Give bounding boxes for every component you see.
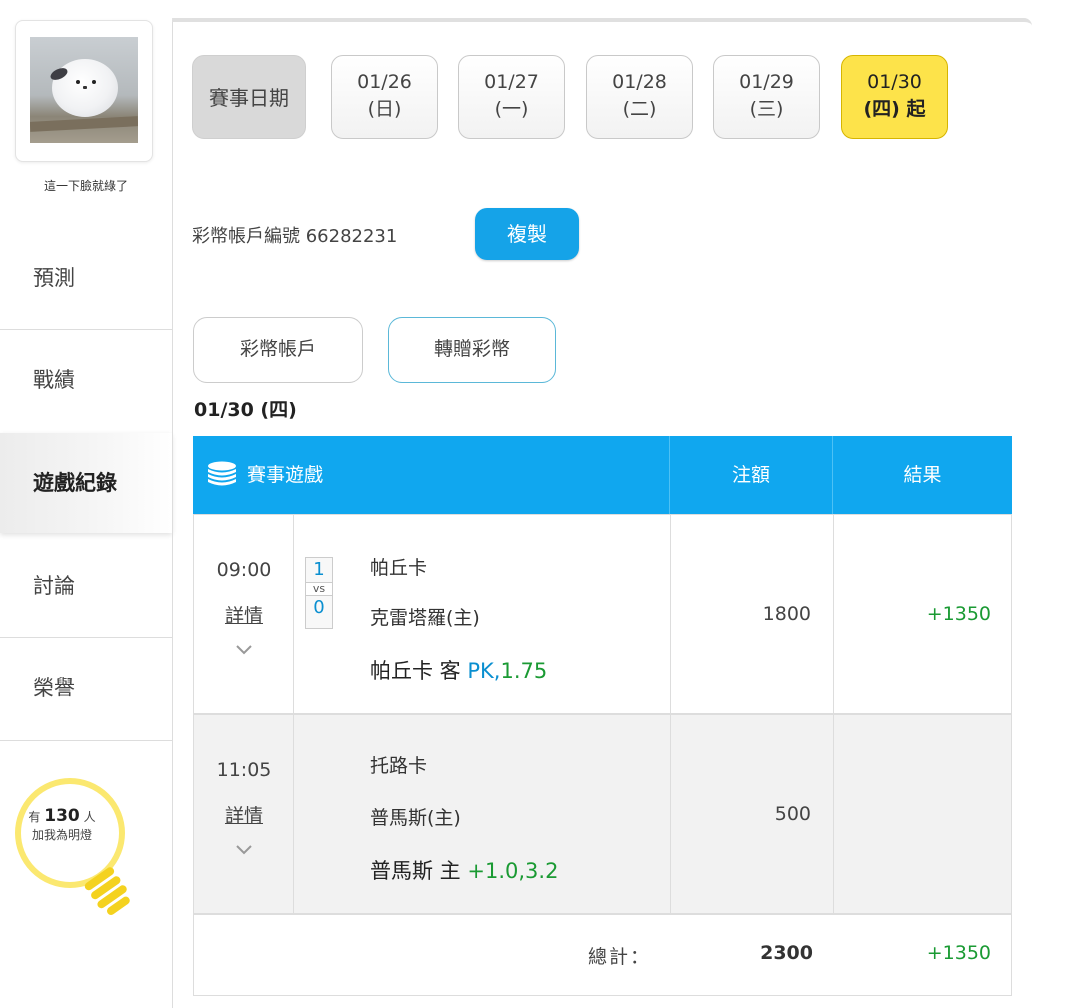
- date-filter-label: 賽事日期: [192, 55, 306, 139]
- bet-pick: 普馬斯 主 +1.0,3.2: [370, 855, 558, 885]
- total-amount: 2300: [760, 942, 813, 964]
- day-text: (日): [367, 98, 402, 120]
- pick-price: 3.2: [525, 859, 559, 883]
- header-game-label: 賽事遊戲: [247, 464, 324, 486]
- divider: [0, 740, 172, 741]
- username[interactable]: 這一下臉就綠了: [0, 177, 172, 194]
- sidebar: 這一下臉就綠了 預測 戰績 遊戲紀錄 討論 榮譽 有 130 人 加我為明燈: [0, 0, 172, 1000]
- nav-item-discussion[interactable]: 討論: [0, 536, 172, 636]
- home-team: 普馬斯(主): [370, 807, 461, 829]
- chevron-down-icon[interactable]: [234, 643, 254, 657]
- tab-transfer-coins[interactable]: 轉贈彩幣: [388, 317, 556, 383]
- table-row: 09:00 詳情 1 vs 0 帕丘卡 克雷塔羅(主) 帕丘卡 客 PK,1.7…: [193, 514, 1012, 714]
- pick-odds: PK,: [467, 659, 501, 683]
- total-result: +1350: [926, 942, 991, 964]
- date-text: 01/30: [867, 71, 922, 93]
- table-row: 11:05 詳情 托路卡 普馬斯(主) 普馬斯 主 +1.0,3.2 500: [193, 714, 1012, 914]
- date-text: 01/27: [484, 71, 539, 93]
- day-text: (二): [622, 98, 657, 120]
- header-amount: 注額: [669, 436, 832, 514]
- bet-result: +1350: [926, 603, 991, 625]
- bet-amount: 1800: [762, 603, 811, 625]
- away-team: 托路卡: [370, 755, 428, 777]
- bet-amount: 500: [774, 803, 811, 825]
- total-label: 總計：: [587, 946, 651, 968]
- vs-label: vs: [306, 582, 332, 596]
- main-panel: 賽事日期 01/26 (日) 01/27 (一) 01/28 (二) 01/29…: [172, 18, 1032, 1008]
- date-text: 01/26: [357, 71, 412, 93]
- pick-team: 普馬斯 主: [370, 859, 461, 883]
- tab-coin-account[interactable]: 彩幣帳戶: [193, 317, 363, 383]
- fans-suffix: 人: [83, 810, 96, 824]
- away-team: 帕丘卡: [370, 557, 428, 579]
- header-result: 結果: [832, 436, 1012, 514]
- selected-date-heading: 01/30 (四): [194, 399, 297, 421]
- date-button-0126[interactable]: 01/26 (日): [331, 55, 438, 139]
- day-text: (四) 起: [863, 98, 926, 120]
- match-time: 11:05: [216, 759, 272, 781]
- date-button-0129[interactable]: 01/29 (三): [713, 55, 820, 139]
- nav-item-game-log[interactable]: 遊戲紀錄: [0, 433, 172, 533]
- pick-team: 帕丘卡 客: [370, 659, 461, 683]
- header-game: 賽事遊戲: [193, 436, 669, 514]
- fans-count: 130: [44, 806, 80, 826]
- score-home: 0: [313, 597, 325, 618]
- pick-price: 1.75: [500, 659, 548, 683]
- avatar-image: [30, 37, 138, 143]
- nav-item-honor[interactable]: 榮譽: [0, 638, 172, 738]
- date-button-0130[interactable]: 01/30 (四) 起: [841, 55, 948, 139]
- date-button-0128[interactable]: 01/28 (二): [586, 55, 693, 139]
- table-header: 賽事遊戲 注額 結果: [193, 436, 1012, 514]
- fans-prefix: 有: [28, 810, 41, 824]
- home-team: 克雷塔羅(主): [370, 607, 480, 629]
- score-box: 1 vs 0: [305, 557, 333, 629]
- fans-counter[interactable]: 有 130 人 加我為明燈: [12, 806, 112, 843]
- day-text: (一): [494, 98, 529, 120]
- fans-caption: 加我為明燈: [31, 828, 92, 842]
- match-time: 09:00: [216, 559, 272, 581]
- nav-item-predict[interactable]: 預測: [0, 228, 172, 328]
- nav-item-record[interactable]: 戰績: [0, 330, 172, 430]
- detail-link[interactable]: 詳情: [194, 801, 294, 828]
- avatar[interactable]: [15, 20, 153, 162]
- coin-stack-icon: [208, 461, 236, 486]
- lightbulb-icon[interactable]: [12, 775, 132, 925]
- date-text: 01/28: [612, 71, 667, 93]
- date-text: 01/29: [739, 71, 794, 93]
- total-row: 總計： 2300 +1350: [193, 914, 1012, 996]
- pick-odds: +1.0,: [467, 859, 526, 883]
- bet-pick: 帕丘卡 客 PK,1.75: [370, 655, 547, 685]
- account-number: 彩幣帳戶編號 66282231: [192, 226, 398, 247]
- detail-link[interactable]: 詳情: [194, 601, 294, 628]
- date-button-0127[interactable]: 01/27 (一): [458, 55, 565, 139]
- copy-button[interactable]: 複製: [475, 208, 579, 260]
- chevron-down-icon[interactable]: [234, 843, 254, 857]
- day-text: (三): [749, 98, 784, 120]
- score-away: 1: [313, 559, 325, 580]
- game-log-table: 賽事遊戲 注額 結果 09:00 詳情 1 vs 0 帕丘卡 克雷塔羅(主) 帕…: [193, 436, 1012, 996]
